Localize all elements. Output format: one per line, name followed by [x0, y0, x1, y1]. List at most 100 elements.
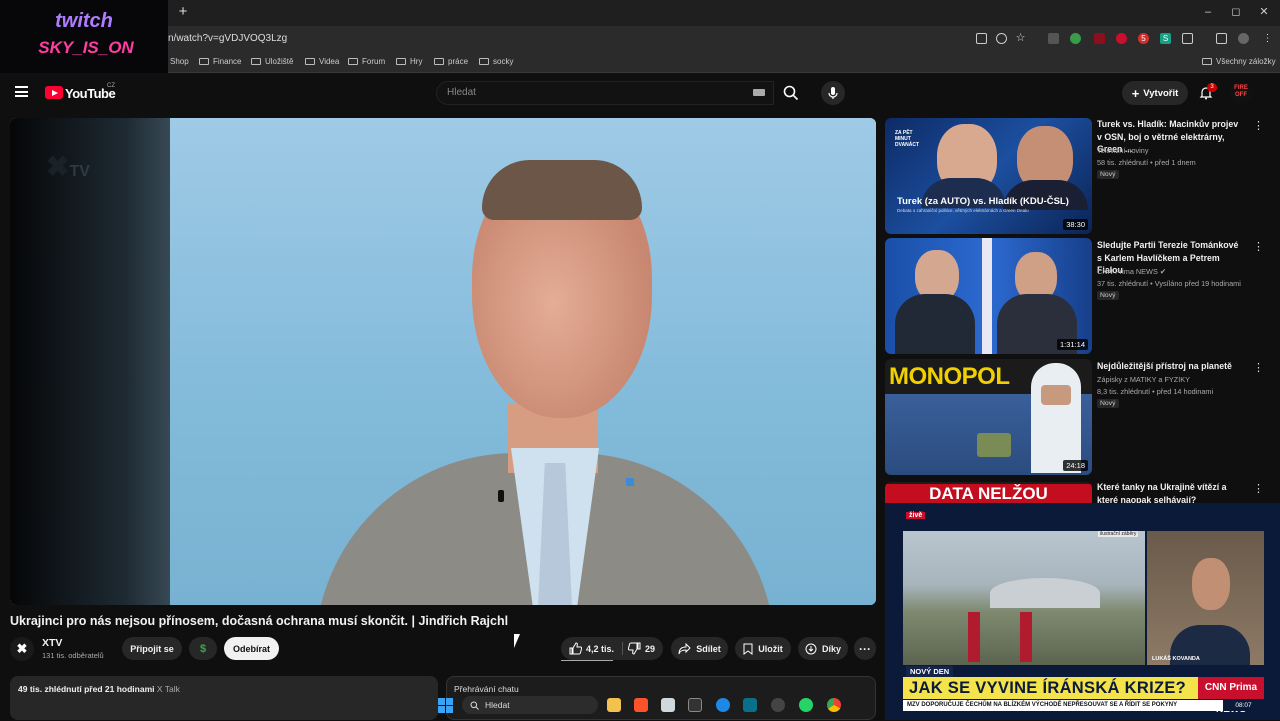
bookmark-videa[interactable]: Videa — [305, 57, 339, 66]
new-badge: Nový — [1097, 291, 1119, 300]
bookmark-label: Finance — [213, 57, 242, 66]
mouse-cursor-icon — [514, 634, 520, 648]
video-title: Ukrajinci pro nás nejsou přínosem, dočas… — [10, 614, 509, 628]
speaker-hair — [482, 160, 642, 220]
video-player[interactable]: ✖TV — [10, 118, 876, 605]
share-button[interactable]: Sdílet — [671, 637, 728, 660]
thumbnail[interactable]: MONOPOL 24:18 — [885, 359, 1092, 475]
visibility-off-icon[interactable] — [996, 33, 1007, 44]
bookmark-label: socky — [493, 57, 514, 66]
search-input[interactable]: Hledat — [447, 87, 476, 98]
kebab-menu-icon[interactable]: ⋮ — [1262, 33, 1273, 44]
dislike-button[interactable]: 29 — [628, 642, 655, 655]
lapel-pin — [626, 478, 634, 486]
channel-avatar[interactable]: ✖ — [10, 637, 34, 661]
extension-icon[interactable]: S — [1160, 33, 1171, 44]
save-label: Uložit — [758, 643, 783, 654]
search-box[interactable] — [436, 81, 774, 105]
like-button[interactable]: 4,2 tis. — [569, 642, 623, 655]
youtube-logo-icon[interactable] — [45, 86, 63, 99]
related-video-channel[interactable]: CNN Prima NEWS ✔ — [1097, 267, 1166, 276]
microphone-icon[interactable] — [821, 81, 845, 105]
user-avatar[interactable]: FIRE OFF — [1230, 82, 1252, 104]
thumbnail-caption: Turek (za AUTO) vs. Hladík (KDU-ČSL) — [897, 196, 1069, 207]
bookmark-socky[interactable]: socky — [479, 57, 513, 66]
maximize-button[interactable]: ◻ — [1227, 4, 1245, 20]
new-tab-button[interactable]: + — [176, 4, 190, 19]
extension-icon[interactable] — [1070, 33, 1081, 44]
video-options-icon[interactable]: ⋮ — [1253, 119, 1264, 132]
pip-pipe — [1020, 612, 1032, 662]
whatsapp-icon[interactable] — [799, 698, 813, 712]
related-video-meta: 37 tis. zhlédnutí • Vysíláno před 19 hod… — [1097, 279, 1241, 288]
thumbnail[interactable]: ZA PĚT MINUT DVANÁCT Turek (za AUTO) vs.… — [885, 118, 1092, 234]
keyboard-icon[interactable] — [753, 89, 765, 96]
reading-list-icon[interactable] — [1216, 33, 1227, 44]
hamburger-menu-icon[interactable] — [15, 86, 28, 97]
app-icon[interactable] — [688, 698, 702, 712]
install-app-icon[interactable] — [976, 33, 987, 44]
calculator-icon[interactable] — [661, 698, 675, 712]
thumbnail[interactable]: 1:31:14 — [885, 238, 1092, 354]
bookmark-label: práce — [448, 57, 469, 66]
video-duration: 38:30 — [1063, 219, 1088, 230]
create-button[interactable]: + Vytvořit — [1122, 81, 1188, 105]
bookmark-star-icon[interactable]: ☆ — [1015, 33, 1026, 44]
bookmark-prace[interactable]: práce — [434, 57, 468, 66]
bookmark-label: Hry — [410, 57, 423, 66]
minimize-button[interactable]: – — [1199, 4, 1217, 20]
app-icon[interactable] — [743, 698, 757, 712]
windows-start-icon[interactable] — [438, 698, 453, 713]
pip-pipe — [968, 612, 980, 662]
bookmark-hry[interactable]: Hry — [396, 57, 422, 66]
app-icon[interactable] — [771, 698, 785, 712]
chrome-icon[interactable] — [827, 698, 841, 712]
extension-icon[interactable] — [1116, 33, 1127, 44]
video-duration: 1:31:14 — [1056, 339, 1088, 350]
video-options-icon[interactable]: ⋮ — [1253, 361, 1264, 374]
video-options-icon[interactable]: ⋮ — [1253, 240, 1264, 253]
related-video-channel[interactable]: Televizní noviny — [1097, 146, 1149, 155]
save-button[interactable]: Uložit — [735, 637, 791, 660]
video-options-icon[interactable]: ⋮ — [1253, 482, 1264, 495]
taskbar-search-label: Hledat — [485, 700, 510, 710]
taskbar-search[interactable]: Hledat — [462, 696, 598, 714]
bookmark-uloziste[interactable]: Uložiště — [251, 57, 293, 66]
lapel-microphone — [498, 490, 504, 502]
extension-icon[interactable] — [1094, 33, 1105, 44]
puzzle-icon[interactable] — [1182, 33, 1193, 44]
url-field[interactable]: n/watch?v=gVDJVOQ3Lzg — [168, 33, 287, 44]
subscriber-count: 131 tis. odběratelů — [42, 651, 104, 660]
thanks-dollar-button[interactable]: $ — [189, 637, 217, 660]
folder-icon — [348, 58, 358, 65]
thanks-button[interactable]: Díky — [798, 637, 848, 660]
profile-icon[interactable] — [1238, 33, 1249, 44]
more-actions-button[interactable]: ··· — [854, 637, 876, 660]
search-icon[interactable] — [783, 85, 799, 101]
subscribe-label: Odebírat — [232, 643, 270, 654]
extension-icon[interactable] — [1048, 33, 1059, 44]
description-box[interactable] — [10, 676, 438, 720]
description-tag[interactable]: X Talk — [157, 684, 180, 694]
brave-browser-icon[interactable] — [634, 698, 648, 712]
join-button[interactable]: Připojit se — [122, 637, 182, 660]
related-video-title[interactable]: Nejdůležitější přístroj na planetě — [1097, 360, 1245, 373]
browser-tab-bar — [0, 0, 1280, 26]
edge-icon[interactable] — [716, 698, 730, 712]
thumbnail[interactable]: DATA NELŽOU — [885, 482, 1092, 503]
related-video-channel[interactable]: Zápisky z MATIKY a FYZIKY — [1097, 375, 1190, 384]
extension-icon[interactable]: 5 — [1138, 33, 1149, 44]
channel-name[interactable]: XTV — [42, 637, 62, 649]
file-explorer-icon[interactable] — [607, 698, 621, 712]
bookmark-label: Shop — [170, 57, 189, 66]
subscribed-button[interactable]: Odebírat — [224, 637, 279, 660]
bookmark-finance[interactable]: Finance — [199, 57, 241, 66]
all-bookmarks[interactable]: Všechny záložky — [1202, 57, 1276, 66]
related-video-title[interactable]: Které tanky na Ukrajině vítězí a které n… — [1097, 481, 1245, 503]
folder-icon — [479, 58, 489, 65]
live-badge: živě — [906, 512, 926, 519]
bookmark-shop[interactable]: Shop — [170, 57, 189, 66]
more-icon: ··· — [859, 641, 871, 656]
close-window-button[interactable]: ✕ — [1255, 4, 1273, 20]
bookmark-forum[interactable]: Forum — [348, 57, 385, 66]
